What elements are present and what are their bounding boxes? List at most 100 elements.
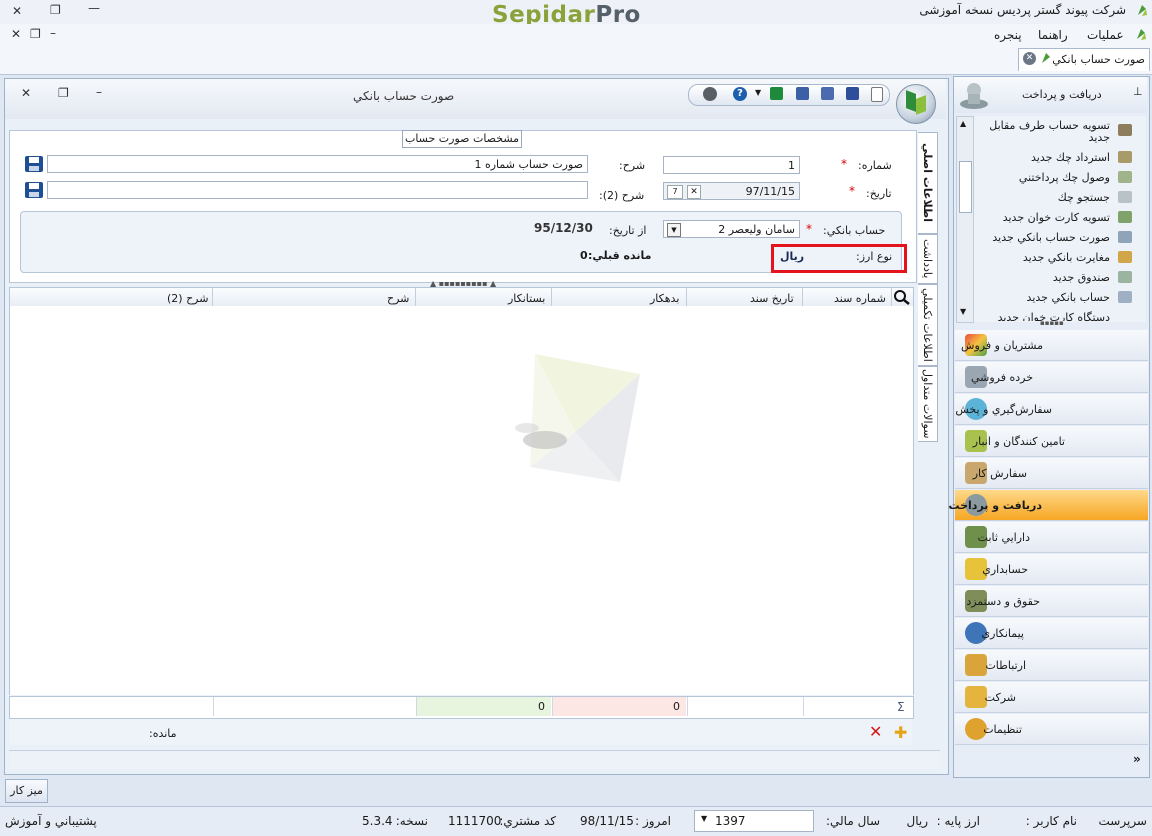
restore-app-button[interactable]: ❐ <box>50 3 61 17</box>
nav-fixed-assets[interactable]: دارايي ثابت <box>955 522 1148 553</box>
fiscal-year-label: سال مالي: <box>825 814 880 828</box>
date-field[interactable]: 97/11/15 7 ✕ <box>663 182 800 200</box>
nav-settings[interactable]: تنظيمات <box>955 714 1148 745</box>
from-date-label: از تاريخ: <box>609 224 647 237</box>
minimize-doc-button[interactable]: – <box>50 26 56 40</box>
communications-icon <box>965 654 987 676</box>
app-leaf-icon <box>1136 3 1148 17</box>
help-icon[interactable]: ? <box>733 87 747 101</box>
chevron-down-icon[interactable]: ▼ <box>667 223 681 237</box>
base-currency-value: ريال <box>906 814 928 828</box>
payment-module-icon <box>958 80 990 110</box>
bank-account-icon <box>1118 291 1132 303</box>
excel-icon[interactable] <box>770 87 783 100</box>
tab-close-icon[interactable]: ✕ <box>1023 52 1036 65</box>
column-header-credit[interactable]: بستانكار <box>508 292 545 305</box>
subitem-check-return[interactable]: استرداد چك جديد <box>1031 151 1110 164</box>
module-logo-icon <box>896 84 936 124</box>
close-doc-button[interactable]: ✕ <box>11 27 21 41</box>
column-separator <box>802 288 803 306</box>
nav-work-order[interactable]: سفارش كار <box>955 458 1148 489</box>
nav-accounting[interactable]: حسابداري <box>955 554 1148 585</box>
column-header-description2[interactable]: شرح (2) <box>167 292 208 305</box>
description2-field[interactable] <box>47 181 588 199</box>
sepidar-watermark-icon <box>505 352 645 484</box>
search-icon[interactable] <box>893 289 910 305</box>
add-row-icon[interactable]: ✚ <box>894 723 907 742</box>
save-new-icon[interactable] <box>821 87 834 100</box>
column-separator <box>415 288 416 306</box>
column-header-debit[interactable]: بدهكار <box>650 292 679 305</box>
expand-nav-icon[interactable]: » <box>1133 752 1141 766</box>
close-app-button[interactable]: ✕ <box>12 4 22 18</box>
tab-bank-statement[interactable]: ✕ صورت حساب بانكي <box>1018 48 1150 71</box>
clear-date-icon[interactable]: ✕ <box>687 185 701 199</box>
bank-account-label: حساب بانکي: <box>823 224 886 237</box>
nav-payroll[interactable]: حقوق و دستمزد <box>955 586 1148 617</box>
desktop-button[interactable]: ميز كار <box>5 779 48 803</box>
vtab-extra-info[interactable]: اطلاعات تكميلي <box>918 284 938 366</box>
save-icon[interactable] <box>846 87 859 100</box>
vtab-notes[interactable]: يادداشت <box>918 234 938 284</box>
new-document-icon[interactable] <box>871 87 883 102</box>
save-close-icon[interactable] <box>796 87 809 100</box>
description-save-icon[interactable] <box>24 155 44 173</box>
subitem-counterparty-settlement[interactable]: تسويه حساب طرف مقابل جديد <box>970 120 1110 144</box>
subitem-card-reader-settlement[interactable]: تسويه كارت خوان جديد <box>1003 211 1110 224</box>
support-link[interactable]: پشتيباني و آموزش <box>5 814 97 828</box>
number-field[interactable]: 1 <box>663 156 800 174</box>
menu-help[interactable]: راهنما <box>1038 28 1068 42</box>
bank-account-select[interactable]: سامان وليعصر 2 ▼ <box>663 220 800 238</box>
chevron-down-icon[interactable]: ▼ <box>701 814 707 823</box>
scroll-down-icon[interactable]: ▼ <box>960 307 966 316</box>
subitem-bank-reconciliation[interactable]: مغايرت بانكي جديد <box>1023 251 1110 264</box>
nav-receipt-payment[interactable]: دريافت و پرداخت <box>948 490 1148 521</box>
subitem-new-bank-account[interactable]: حساب بانكي جديد <box>1027 291 1110 304</box>
menu-operations[interactable]: عملیات <box>1087 28 1124 42</box>
calendar-icon[interactable]: 7 <box>667 185 683 199</box>
subitem-check-search[interactable]: جستجو چك <box>1058 191 1110 204</box>
column-separator <box>686 288 687 306</box>
subitem-new-cashbox[interactable]: صندوق جديد <box>1053 271 1110 284</box>
column-header-description[interactable]: شرح <box>387 292 409 305</box>
help-dropdown-icon[interactable]: ▼ <box>755 88 761 97</box>
nav-order-distribution[interactable]: سفارش‌گيري و پخش <box>955 394 1148 425</box>
column-header-doc-number[interactable]: شماره سند <box>834 292 886 305</box>
column-header-doc-date[interactable]: تاريخ سند <box>750 292 794 305</box>
nav-company[interactable]: شركت <box>955 682 1148 713</box>
fiscal-year-select[interactable]: ▼ 1397 <box>694 810 814 832</box>
vtab-main-info[interactable]: اطلاعات اصلي <box>918 132 938 234</box>
nav-suppliers-inventory[interactable]: تامين كنندگان و انبار <box>955 426 1148 457</box>
scroll-up-icon[interactable]: ▲ <box>960 119 966 128</box>
description-field[interactable]: صورت حساب شماره 1 <box>47 155 588 173</box>
window-toolbar <box>688 84 890 106</box>
subitem-collect-payable-check[interactable]: وصول چك پرداختني <box>1019 171 1110 184</box>
sum-icon: Σ <box>897 700 905 714</box>
menu-bar <box>0 24 1152 46</box>
vtab-faq[interactable]: سوالات متداول <box>918 366 938 442</box>
panel-splitter-handle[interactable]: ▪▪▪▪▪ <box>1040 319 1064 327</box>
scroll-thumb[interactable] <box>959 161 972 213</box>
subitem-new-bank-statement[interactable]: صورت حساب بانكي جديد <box>992 231 1110 244</box>
username-value: سرپرست <box>1098 814 1147 828</box>
delete-row-icon[interactable]: ✕ <box>869 722 882 741</box>
sub-items-scrollbar[interactable]: ▲ ▼ <box>956 116 974 323</box>
tools-icon[interactable] <box>703 87 717 101</box>
pin-icon[interactable]: ⊥ <box>1133 85 1143 98</box>
window-close-button[interactable]: ✕ <box>21 86 31 100</box>
required-marker: * <box>841 157 847 171</box>
nav-communications[interactable]: ارتباطات <box>955 650 1148 681</box>
window-minimize-button[interactable]: – <box>96 85 102 99</box>
nav-contracting[interactable]: پيمانكاري <box>955 618 1148 649</box>
grid-body[interactable] <box>9 306 914 695</box>
tab-leaf-icon <box>1041 52 1051 64</box>
nav-customers-sales[interactable]: مشتريان و فروش <box>955 330 1148 361</box>
restore-doc-button[interactable]: ❐ <box>30 27 41 41</box>
nav-retail[interactable]: خرده فروشي <box>955 362 1148 393</box>
today-label: امروز : <box>635 814 671 828</box>
window-restore-button[interactable]: ❐ <box>58 86 69 100</box>
grid-footer <box>9 719 912 745</box>
description2-save-icon[interactable] <box>24 181 44 199</box>
menu-window[interactable]: پنجره <box>994 28 1022 42</box>
minimize-app-button[interactable]: — <box>88 1 100 15</box>
